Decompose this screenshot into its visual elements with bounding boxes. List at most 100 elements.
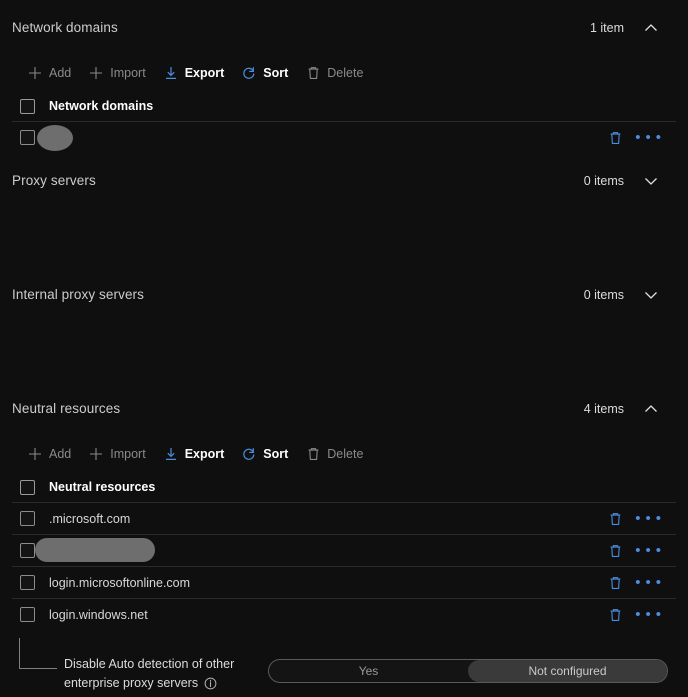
row-checkbox[interactable] bbox=[20, 575, 35, 590]
row-label-wrap: .microsoft.com bbox=[49, 512, 605, 526]
row-label-wrap: .com bbox=[35, 537, 605, 562]
table-row[interactable]: .nl • • • bbox=[12, 121, 676, 153]
toolbar-button-label: Export bbox=[184, 66, 225, 80]
toggle-disable-auto-detect-proxy[interactable]: Yes Not configured bbox=[268, 659, 668, 683]
row-actions: • • • bbox=[605, 605, 664, 625]
chevron-up-icon[interactable] bbox=[638, 15, 664, 41]
ellipsis-icon[interactable]: • • • bbox=[633, 130, 664, 145]
row-label-wrap: .nl bbox=[37, 124, 605, 151]
row-actions: • • • bbox=[605, 509, 664, 529]
select-all-checkbox[interactable] bbox=[20, 98, 35, 114]
tree-connector-icon bbox=[19, 638, 57, 669]
ellipsis-icon[interactable]: • • • bbox=[633, 575, 664, 590]
section-header-proxy-servers[interactable]: Proxy servers 0 items bbox=[12, 153, 676, 208]
info-icon[interactable] bbox=[204, 677, 217, 690]
section-header-right: 1 item bbox=[590, 15, 664, 41]
toolbar-network-domains: Add Import Export Sort Delete bbox=[12, 55, 676, 91]
section-header-network-domains[interactable]: Network domains 1 item bbox=[12, 0, 676, 55]
ellipsis-icon[interactable]: • • • bbox=[633, 511, 664, 526]
trash-icon[interactable] bbox=[605, 128, 625, 148]
section-header-internal-proxy-servers[interactable]: Internal proxy servers 0 items bbox=[12, 267, 676, 322]
download-icon bbox=[163, 65, 179, 81]
row-label: .microsoft.com bbox=[49, 511, 131, 526]
row-label: login.windows.net bbox=[49, 607, 148, 622]
ellipsis-icon[interactable]: • • • bbox=[633, 607, 664, 622]
toggle-option-not-configured[interactable]: Not configured bbox=[468, 660, 667, 682]
toolbar-button-label: Export bbox=[184, 447, 225, 461]
item-count: 4 items bbox=[583, 401, 624, 416]
table-row[interactable]: login.microsoftonline.com • • • bbox=[12, 566, 676, 598]
toolbar-button-import: Import bbox=[83, 60, 155, 86]
collapsed-spacer-internal-proxy-servers bbox=[12, 322, 676, 381]
item-count: 1 item bbox=[589, 20, 624, 35]
toolbar-button-sort[interactable]: Sort bbox=[236, 60, 298, 86]
row-label-wrap: login.windows.net bbox=[49, 608, 605, 622]
row-label: .com bbox=[49, 543, 77, 558]
item-count: 0 items bbox=[583, 287, 624, 302]
list-header-label: Neutral resources bbox=[49, 480, 156, 494]
toolbar-button-delete: Delete bbox=[300, 441, 373, 467]
row-actions: • • • bbox=[605, 541, 664, 561]
section-header-right: 4 items bbox=[584, 396, 664, 422]
section-title: Proxy servers bbox=[12, 173, 96, 188]
row-actions: • • • bbox=[605, 128, 664, 148]
trash-icon[interactable] bbox=[605, 573, 625, 593]
toolbar-button-label: Sort bbox=[263, 66, 289, 80]
toolbar-button-label: Import bbox=[110, 447, 146, 461]
trash-icon[interactable] bbox=[605, 605, 625, 625]
table-row[interactable]: .com • • • bbox=[12, 534, 676, 566]
trash-icon bbox=[305, 65, 321, 81]
refresh-icon bbox=[241, 65, 257, 81]
trash-icon[interactable] bbox=[605, 541, 625, 561]
section-title: Network domains bbox=[12, 20, 118, 35]
toolbar-button-sort[interactable]: Sort bbox=[236, 441, 298, 467]
toolbar-button-label: Delete bbox=[327, 66, 364, 80]
network-boundary-settings-panel: Network domains 1 item Add Import Export Sort… bbox=[0, 0, 688, 697]
toolbar-button-delete: Delete bbox=[300, 60, 373, 86]
toolbar-button-import: Import bbox=[83, 441, 155, 467]
row-label: login.microsoftonline.com bbox=[49, 575, 191, 590]
section-title: Neutral resources bbox=[12, 401, 121, 416]
plus-icon bbox=[27, 446, 43, 462]
section-title: Internal proxy servers bbox=[12, 287, 144, 302]
list-header-network-domains: Network domains bbox=[12, 91, 676, 121]
chevron-down-icon[interactable] bbox=[638, 282, 664, 308]
toolbar-button-add: Add bbox=[22, 441, 81, 467]
table-row[interactable]: .microsoft.com • • • bbox=[12, 502, 676, 534]
ellipsis-icon[interactable]: • • • bbox=[633, 543, 664, 558]
list-header-label: Network domains bbox=[49, 99, 154, 113]
section-header-neutral-resources[interactable]: Neutral resources 4 items bbox=[12, 381, 676, 436]
setting-row-disable-auto-detect-proxy: Disable Auto detection of other enterpris… bbox=[12, 630, 676, 697]
row-checkbox[interactable] bbox=[20, 607, 35, 622]
row-checkbox[interactable] bbox=[20, 511, 35, 526]
plus-icon bbox=[27, 65, 43, 81]
trash-icon bbox=[305, 446, 321, 462]
chevron-up-icon[interactable] bbox=[638, 396, 664, 422]
collapsed-spacer-proxy-servers bbox=[12, 208, 676, 267]
plus-icon bbox=[88, 65, 104, 81]
toolbar-neutral-resources: Add Import Export Sort Delete bbox=[12, 436, 676, 472]
list-header-neutral-resources: Neutral resources bbox=[12, 472, 676, 502]
toolbar-button-label: Add bbox=[49, 66, 72, 80]
toolbar-button-export[interactable]: Export bbox=[158, 441, 235, 467]
trash-icon[interactable] bbox=[605, 509, 625, 529]
toggle-option-yes[interactable]: Yes bbox=[269, 660, 468, 682]
row-actions: • • • bbox=[605, 573, 664, 593]
select-all-checkbox[interactable] bbox=[20, 479, 35, 495]
toolbar-button-export[interactable]: Export bbox=[158, 60, 235, 86]
setting-label: Disable Auto detection of other enterpris… bbox=[64, 655, 264, 693]
refresh-icon bbox=[241, 446, 257, 462]
toolbar-button-label: Sort bbox=[263, 447, 289, 461]
setting-label-line2: enterprise proxy servers bbox=[64, 676, 199, 690]
toolbar-button-label: Add bbox=[49, 447, 72, 461]
table-row[interactable]: login.windows.net • • • bbox=[12, 598, 676, 630]
item-count: 0 items bbox=[583, 173, 624, 188]
toolbar-button-label: Delete bbox=[327, 447, 364, 461]
section-header-right: 0 items bbox=[584, 168, 664, 194]
toolbar-button-label: Import bbox=[110, 66, 146, 80]
chevron-down-icon[interactable] bbox=[638, 168, 664, 194]
plus-icon bbox=[88, 446, 104, 462]
row-label-wrap: login.microsoftonline.com bbox=[49, 576, 605, 590]
row-checkbox[interactable] bbox=[20, 130, 35, 145]
row-checkbox[interactable] bbox=[20, 543, 35, 558]
